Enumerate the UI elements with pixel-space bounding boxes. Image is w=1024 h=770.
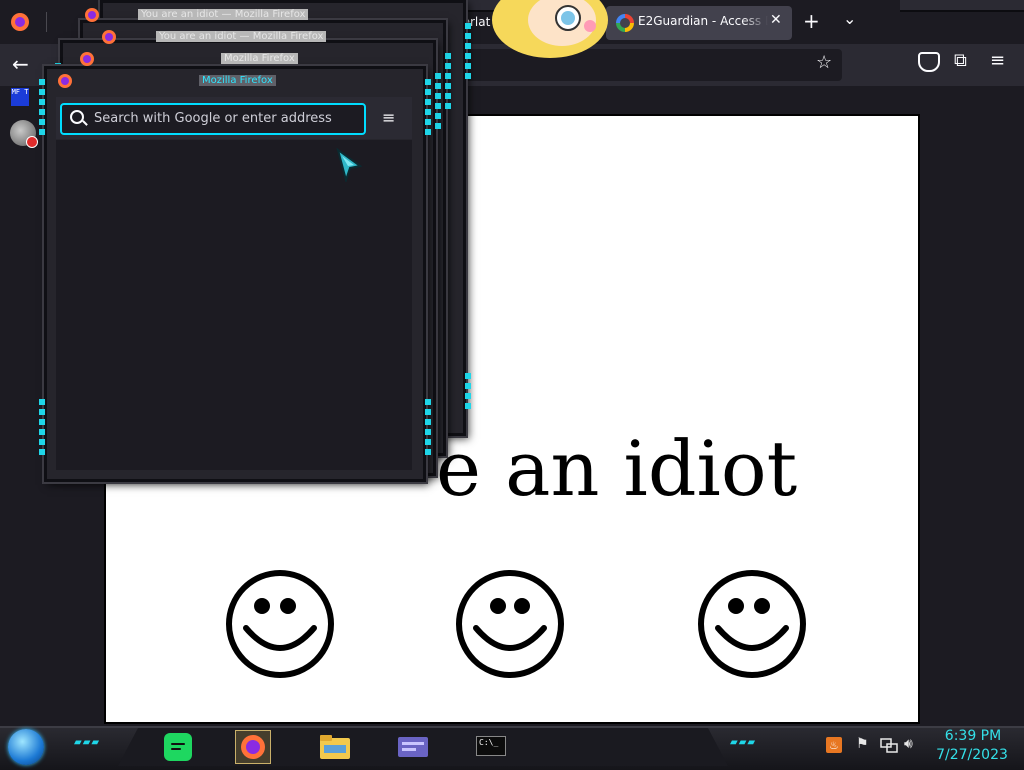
frame-light bbox=[435, 73, 441, 133]
firefox-icon bbox=[80, 52, 94, 66]
firefox-icon bbox=[85, 8, 99, 22]
smiley-face-icon bbox=[226, 570, 334, 678]
close-icon[interactable]: ✕ bbox=[770, 12, 782, 28]
search-input[interactable]: Search with Google or enter address bbox=[60, 103, 366, 135]
file-explorer-taskbar-button[interactable] bbox=[318, 731, 352, 763]
frame-light bbox=[39, 399, 45, 459]
popup-menu-button[interactable]: ≡ bbox=[382, 108, 395, 127]
popup-page-content bbox=[56, 140, 412, 470]
frame-light bbox=[465, 373, 471, 413]
network-icon[interactable] bbox=[880, 738, 898, 754]
speaker-muted-icon[interactable] bbox=[10, 120, 38, 148]
tab-title: E2Guardian - Access Denied bbox=[638, 14, 768, 28]
spotify-taskbar-icon[interactable] bbox=[164, 733, 192, 761]
bookmark-star-icon[interactable]: ☆ bbox=[816, 52, 832, 73]
new-tab-button[interactable]: + bbox=[803, 9, 820, 33]
popup-title: You are an idiot — Mozilla Firefox bbox=[156, 31, 327, 42]
terminal-taskbar-button[interactable]: C:\_ bbox=[474, 731, 508, 763]
back-button[interactable]: ← bbox=[12, 52, 29, 76]
smiley-face-icon bbox=[456, 570, 564, 678]
google-icon bbox=[616, 14, 634, 32]
firefox-icon[interactable] bbox=[10, 12, 30, 32]
tab-separator bbox=[46, 12, 47, 32]
action-center-flag-icon[interactable]: ⚑ bbox=[856, 736, 869, 752]
popup-title: Mozilla Firefox bbox=[221, 53, 298, 64]
svg-text:♨: ♨ bbox=[829, 739, 839, 752]
frame-light bbox=[425, 79, 431, 139]
firefox-icon bbox=[58, 74, 72, 88]
popup-title-active: Mozilla Firefox bbox=[199, 75, 276, 86]
app-menu-button[interactable]: ≡ bbox=[990, 50, 1005, 71]
list-all-tabs-button[interactable]: ⌄ bbox=[843, 9, 856, 28]
firefox-icon bbox=[241, 735, 265, 759]
taskbar-clock-time[interactable]: 6:39 PM bbox=[938, 728, 1008, 744]
window-frame-decoration bbox=[900, 0, 1024, 12]
cartoon-character-icon bbox=[492, 0, 608, 58]
frame-light bbox=[425, 399, 431, 459]
popup-title: You are an idiot — Mozilla Firefox bbox=[138, 9, 309, 20]
window-manager-icon bbox=[398, 737, 428, 757]
terminal-icon: C:\_ bbox=[476, 736, 506, 756]
frame-light bbox=[445, 53, 451, 113]
page-headline: e an idiot bbox=[436, 424, 798, 513]
frame-light bbox=[465, 23, 471, 83]
java-update-icon[interactable]: ♨ bbox=[826, 737, 842, 753]
tab-e2guardian[interactable]: E2Guardian - Access Denied ✕ bbox=[606, 6, 792, 40]
mouse-cursor-icon bbox=[336, 148, 363, 182]
search-icon bbox=[70, 110, 84, 124]
settings-taskbar-button[interactable] bbox=[396, 731, 430, 763]
frame-light bbox=[39, 79, 45, 139]
folder-icon bbox=[320, 735, 350, 759]
firefox-taskbar-button[interactable] bbox=[235, 730, 271, 764]
pocket-icon[interactable] bbox=[918, 52, 940, 72]
taskbar-decoration: ▰▰▰ bbox=[74, 737, 101, 748]
taskbar-decoration: ▰▰▰ bbox=[730, 737, 757, 748]
volume-icon[interactable]: 🔊︎ bbox=[904, 736, 913, 752]
smiley-face-icon bbox=[698, 570, 806, 678]
firefox-icon bbox=[102, 30, 116, 44]
mft-desktop-icon[interactable]: MF T bbox=[11, 88, 29, 106]
search-placeholder: Search with Google or enter address bbox=[94, 111, 332, 126]
extensions-icon[interactable]: ⧉ bbox=[954, 50, 967, 71]
start-button[interactable] bbox=[8, 729, 44, 765]
desktop-right bbox=[920, 86, 1024, 726]
taskbar-clock-date[interactable]: 7/27/2023 bbox=[934, 747, 1010, 763]
